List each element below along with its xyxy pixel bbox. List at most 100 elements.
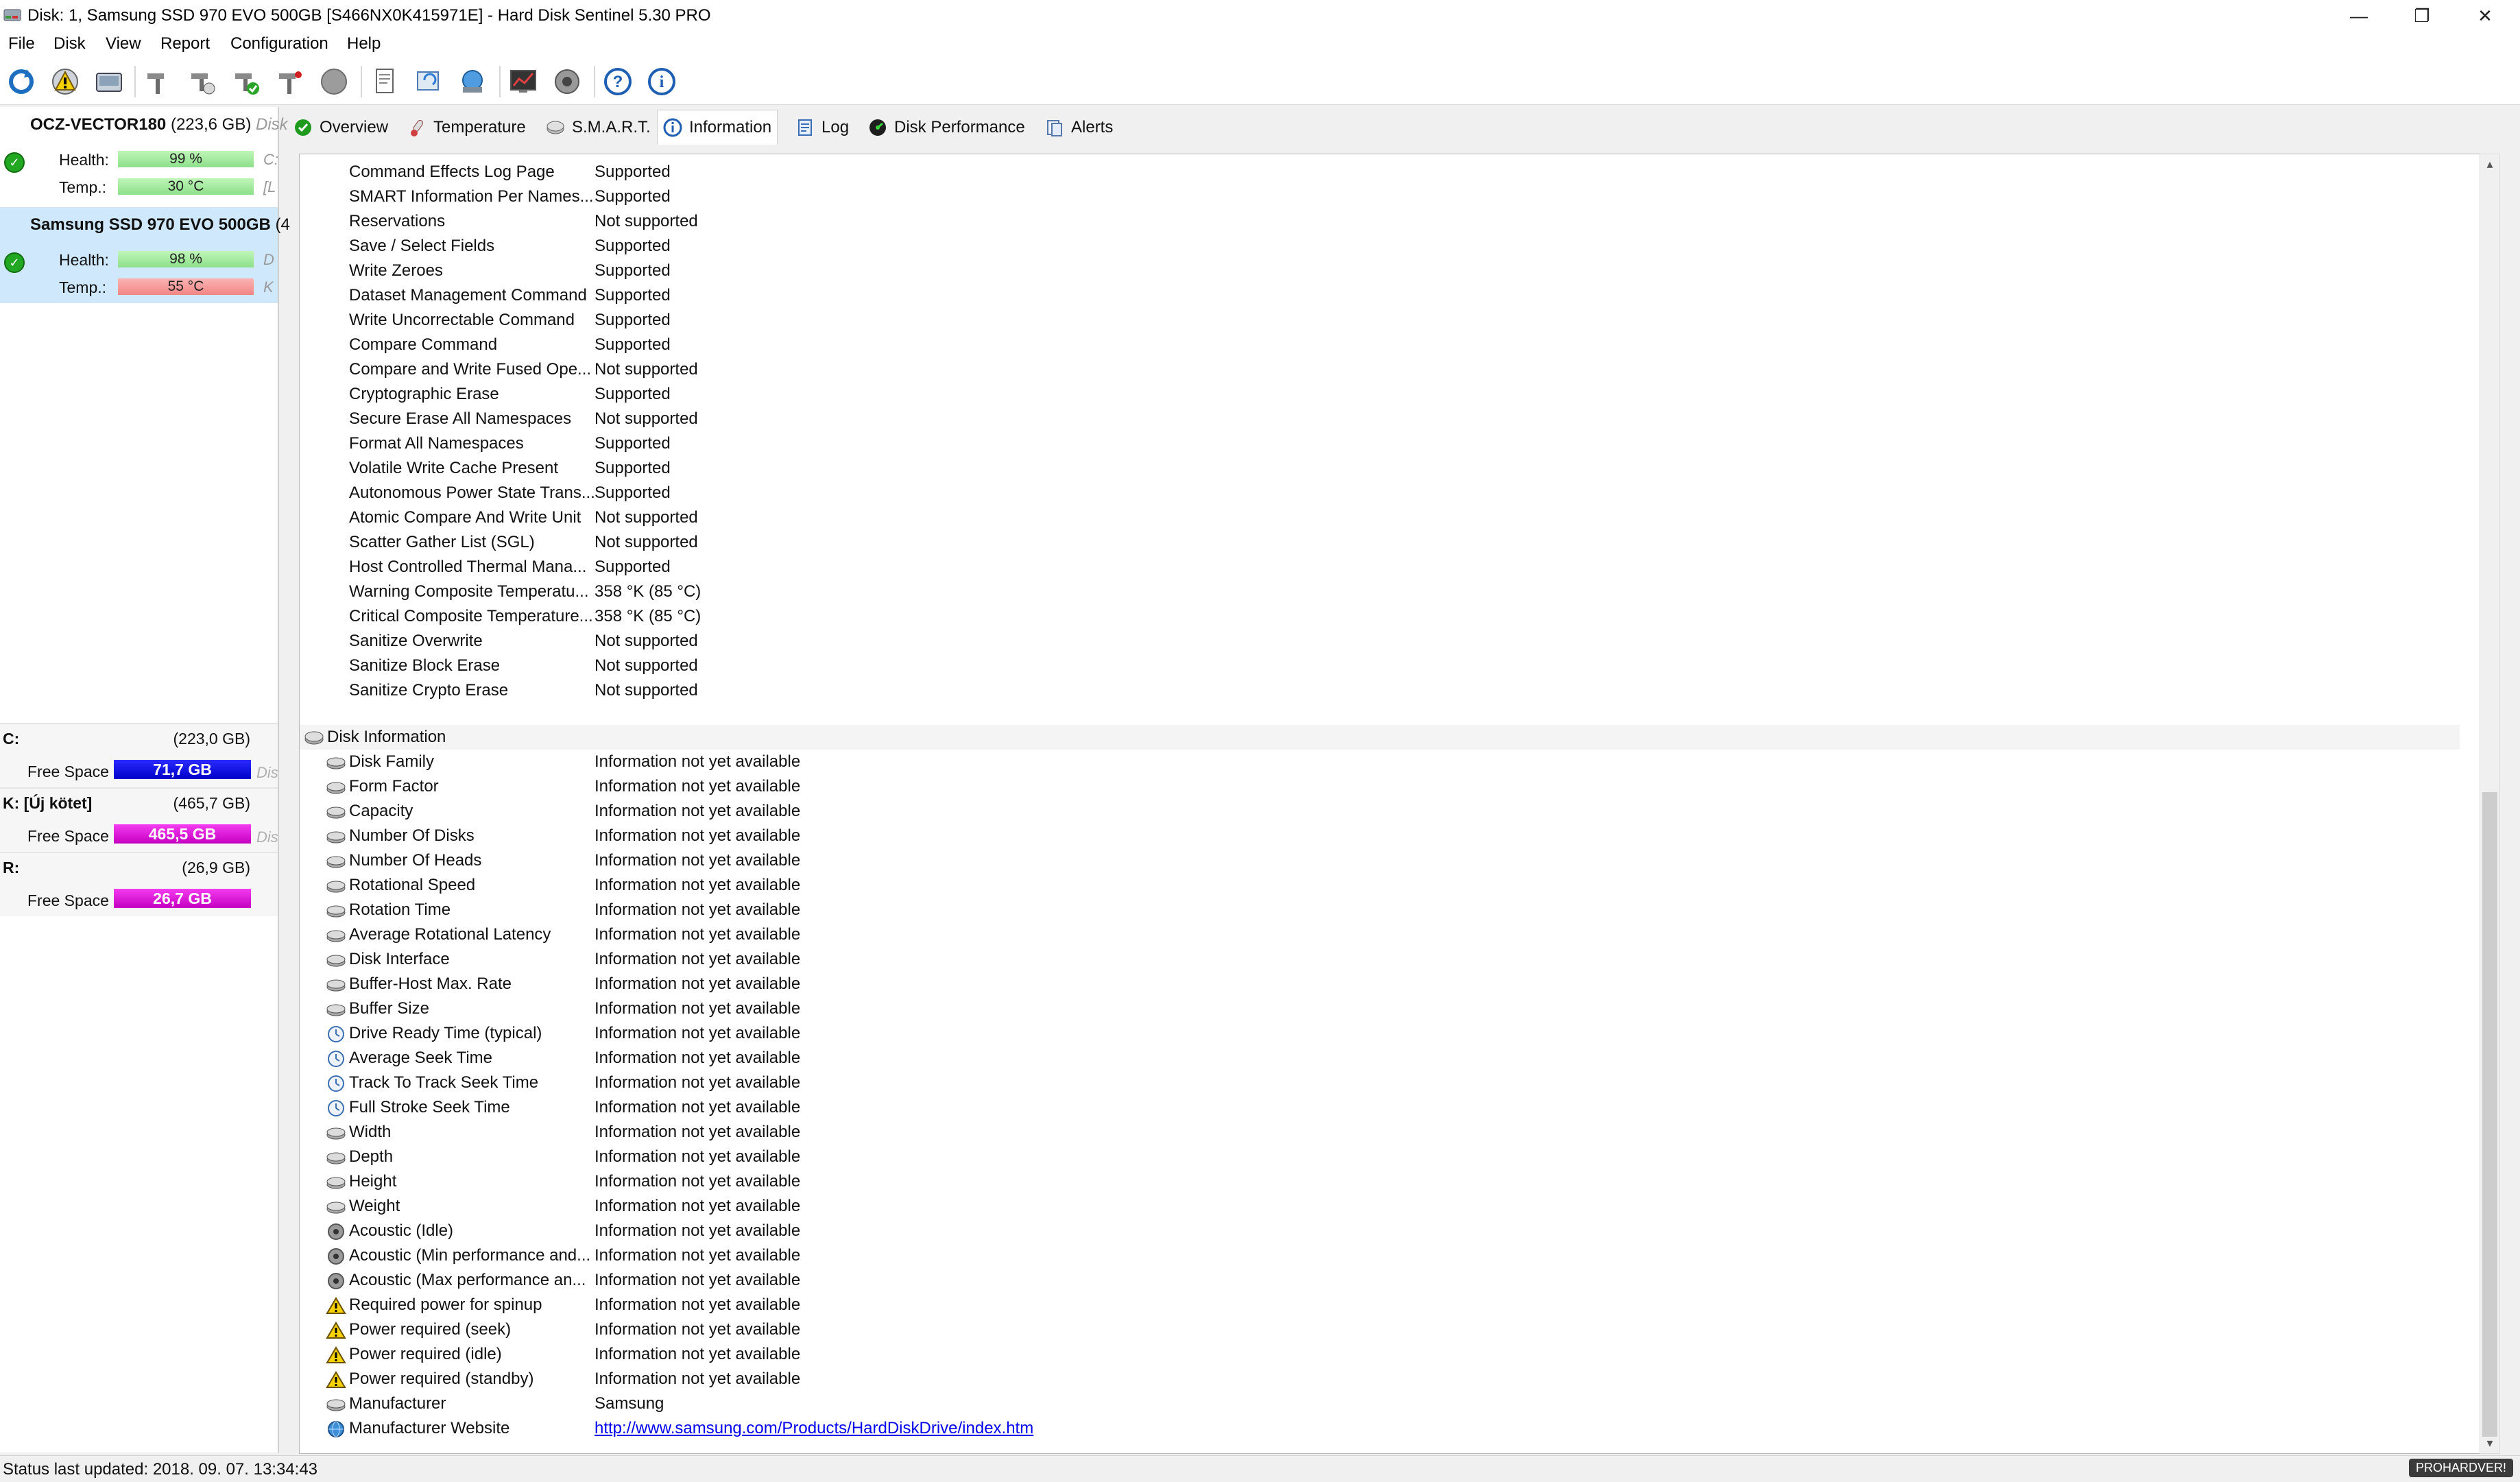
disk-info-row[interactable]: Number Of Heads Information not yet avail…	[300, 848, 2453, 873]
volume-r[interactable]: R: (26,9 GB) Free Space 26,7 GB	[0, 852, 278, 916]
stop-button[interactable]	[317, 64, 351, 99]
disk-info-row[interactable]: Manufacturer Samsung	[300, 1391, 2453, 1416]
disk-info-row[interactable]: Power required (seek) Information not yet…	[300, 1317, 2453, 1342]
scroll-up-icon[interactable]: ▴	[2480, 157, 2499, 171]
feature-row[interactable]: Reservations Not supported	[300, 209, 2453, 234]
feature-row[interactable]: Sanitize Crypto Erase Not supported	[300, 678, 2453, 703]
feature-row[interactable]: Compare Command Supported	[300, 333, 2453, 357]
disk-info-row[interactable]: Buffer Size Information not yet available	[300, 996, 2453, 1021]
disk-info-row[interactable]: Acoustic (Min performance and... Informat…	[300, 1243, 2453, 1268]
volume-c[interactable]: C: (223,0 GB) Free Space 71,7 GB Dis	[0, 723, 278, 787]
report-button[interactable]	[368, 64, 402, 99]
menu-report[interactable]: Report	[160, 34, 210, 53]
feature-row[interactable]: Critical Composite Temperature... 358 °K …	[300, 604, 2453, 629]
menu-disk[interactable]: Disk	[53, 34, 86, 53]
feature-row[interactable]: Sanitize Block Erase Not supported	[300, 654, 2453, 678]
network-button[interactable]	[455, 64, 490, 99]
disk-info-row[interactable]: Required power for spinup Information not…	[300, 1293, 2453, 1317]
menu-file[interactable]: File	[8, 34, 35, 53]
tab-disk-performance[interactable]: Disk Performance	[868, 112, 1025, 143]
about-button[interactable]: i	[645, 64, 679, 99]
help-button[interactable]: ?	[601, 64, 635, 99]
disk-info-row[interactable]: Capacity Information not yet available	[300, 799, 2453, 824]
disk-button[interactable]	[92, 64, 126, 99]
disk-info-row[interactable]: Average Rotational Latency Information no…	[300, 922, 2453, 947]
feature-row[interactable]: Warning Composite Temperatu... 358 °K (85…	[300, 579, 2453, 604]
disk-info-row[interactable]: Track To Track Seek Time Information not …	[300, 1071, 2453, 1095]
disk-info-row[interactable]: Acoustic (Idle) Information not yet avail…	[300, 1219, 2453, 1243]
disk-info-row[interactable]: Power required (standby) Information not …	[300, 1367, 2453, 1391]
disk-info-row[interactable]: Drive Ready Time (typical) Information no…	[300, 1021, 2453, 1046]
disk-entry-ocz[interactable]: OCZ-VECTOR180 (223,6 GB) Disk ✓ Health: …	[0, 107, 288, 203]
menu-help[interactable]: Help	[347, 34, 381, 53]
volume-k[interactable]: K: [Új kötet] (465,7 GB) Free Space 465,…	[0, 787, 278, 852]
send-report-button[interactable]	[411, 64, 446, 99]
feature-row[interactable]: Volatile Write Cache Present Supported	[300, 456, 2453, 481]
acoustic-button[interactable]	[550, 64, 584, 99]
tab-alerts[interactable]: Alerts	[1045, 112, 1113, 143]
menu-view[interactable]: View	[106, 34, 141, 53]
disk-info-value: Information not yet available	[595, 975, 801, 993]
disk-info-row[interactable]: Average Seek Time Information not yet ava…	[300, 1046, 2453, 1071]
warning-icon	[326, 1346, 346, 1363]
disk-info-row[interactable]: Disk Interface Information not yet availa…	[300, 947, 2453, 972]
manufacturer-website-link[interactable]: http://www.samsung.com/Products/HardDisk…	[595, 1419, 1033, 1438]
disk-info-row[interactable]: Form Factor Information not yet available	[300, 774, 2453, 799]
vertical-scrollbar[interactable]: ▴ ▾	[2480, 154, 2500, 1454]
alert-disk-button[interactable]	[48, 64, 82, 99]
feature-row[interactable]: Host Controlled Thermal Mana... Supported	[300, 555, 2453, 579]
disk-icon	[326, 881, 346, 893]
disk-info-row[interactable]: Rotational Speed Information not yet avai…	[300, 873, 2453, 898]
close-button[interactable]: ✕	[2453, 0, 2517, 32]
feature-row[interactable]: Format All Namespaces Supported	[300, 431, 2453, 456]
disk-info-row[interactable]: Acoustic (Max performance an... Informati…	[300, 1268, 2453, 1293]
feature-row[interactable]: Dataset Management Command Supported	[300, 283, 2453, 308]
disk-info-row[interactable]: Width Information not yet available	[300, 1120, 2453, 1145]
surface-test-button[interactable]	[185, 64, 219, 99]
tab-overview[interactable]: Overview	[293, 112, 388, 143]
refresh-button[interactable]	[4, 64, 38, 99]
feature-row[interactable]: Command Effects Log Page Supported	[300, 160, 2453, 184]
tab-temperature[interactable]: Temperature	[407, 112, 526, 143]
tab-smart[interactable]: S.M.A.R.T.	[546, 112, 651, 143]
feature-row[interactable]: Secure Erase All Namespaces Not supported	[300, 407, 2453, 431]
feature-row[interactable]: Atomic Compare And Write Unit Not support…	[300, 505, 2453, 530]
disk-info-row[interactable]: Buffer-Host Max. Rate Information not yet…	[300, 972, 2453, 996]
feature-row[interactable]: Write Zeroes Supported	[300, 259, 2453, 283]
feature-row[interactable]: Sanitize Overwrite Not supported	[300, 629, 2453, 654]
test-button[interactable]	[141, 64, 176, 99]
disk-info-row[interactable]: Number Of Disks Information not yet avail…	[300, 824, 2453, 848]
disk-info-row[interactable]: Manufacturer Website http://www.samsung.c…	[300, 1416, 2453, 1441]
scroll-down-icon[interactable]: ▾	[2480, 1436, 2499, 1450]
restore-button[interactable]: ❐	[2390, 0, 2453, 32]
volume-hint: Dis	[256, 764, 278, 781]
window-title: Disk: 1, Samsung SSD 970 EVO 500GB [S466…	[27, 6, 711, 25]
disk-info-row[interactable]: Rotation Time Information not yet availab…	[300, 898, 2453, 922]
performance-button[interactable]	[506, 64, 540, 99]
disk-info-row[interactable]: Full Stroke Seek Time Information not yet…	[300, 1095, 2453, 1120]
disk-info-name: Manufacturer Website	[349, 1419, 510, 1437]
repair-button[interactable]	[273, 64, 307, 99]
disk-info-row[interactable]: Power required (idle) Information not yet…	[300, 1342, 2453, 1367]
section-header[interactable]: Disk Information	[300, 725, 2460, 750]
disk-info-row[interactable]: Weight Information not yet available	[300, 1194, 2453, 1219]
minimize-button[interactable]: —	[2327, 0, 2390, 32]
feature-row[interactable]: Scatter Gather List (SGL) Not supported	[300, 530, 2453, 555]
feature-row[interactable]: SMART Information Per Names... Supported	[300, 184, 2453, 209]
feature-row[interactable]: Cryptographic Erase Supported	[300, 382, 2453, 407]
feature-row[interactable]: Compare and Write Fused Ope... Not suppor…	[300, 357, 2453, 382]
feature-row[interactable]: Write Uncorrectable Command Supported	[300, 308, 2453, 333]
scrollbar-thumb[interactable]	[2482, 792, 2497, 1437]
disk-info-row[interactable]: Disk Family Information not yet available	[300, 750, 2453, 774]
tab-log[interactable]: Log	[795, 112, 849, 143]
feature-row[interactable]: Autonomous Power State Trans... Supported	[300, 481, 2453, 505]
tab-information[interactable]: Information	[657, 110, 778, 145]
disk-info-row[interactable]: Height Information not yet available	[300, 1169, 2453, 1194]
menu-configuration[interactable]: Configuration	[230, 34, 328, 53]
disk-info-row[interactable]: Depth Information not yet available	[300, 1145, 2453, 1169]
feature-row[interactable]: Save / Select Fields Supported	[300, 234, 2453, 259]
disk-icon	[547, 121, 564, 134]
disk-entry-samsung[interactable]: Samsung SSD 970 EVO 500GB (4 ✓ Health: 9…	[0, 207, 290, 303]
hammer-red-icon	[279, 71, 302, 94]
verify-button[interactable]	[229, 64, 263, 99]
